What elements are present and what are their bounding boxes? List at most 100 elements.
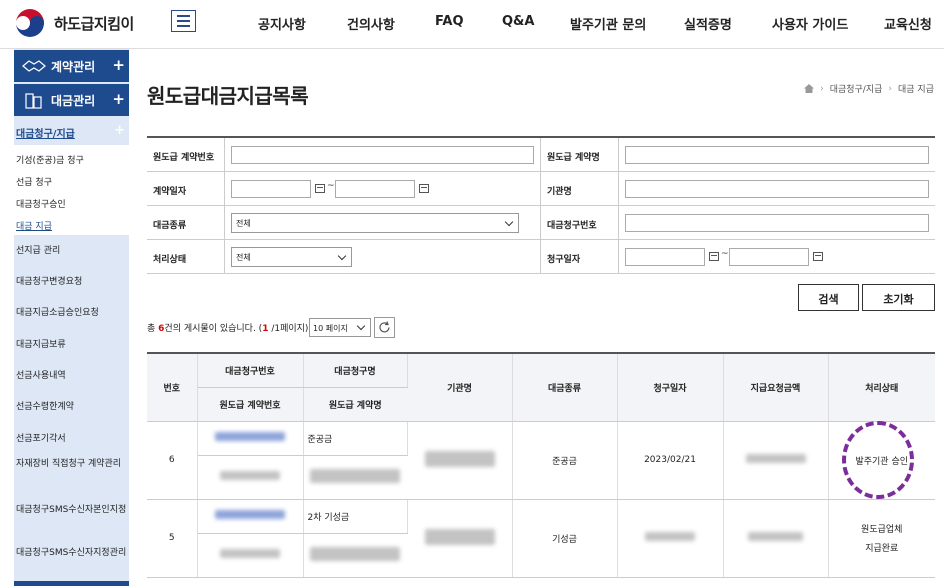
column-header-contract-no: 원도급 계약번호 <box>197 387 304 422</box>
sidebar-submenu-title[interactable]: 대금청구/지급 + <box>14 119 129 145</box>
cell-claim-name[interactable]: 준공금 <box>303 421 408 456</box>
status-select[interactable]: 전체 <box>231 247 352 267</box>
nav-faq[interactable]: FAQ <box>435 14 464 29</box>
submenu-item-advance-claim[interactable]: 선급 청구 <box>16 175 52 188</box>
breadcrumb-item[interactable]: 대금청구/지급 <box>830 82 883 95</box>
nav-qna[interactable]: Q&A <box>502 14 534 29</box>
contract-no-input[interactable] <box>231 146 534 164</box>
payment-table: 번호 대금청구번호 대금청구명 기관명 대금종류 청구일자 지급요청금액 처리상… <box>147 352 935 578</box>
contract-name-input[interactable] <box>625 146 929 164</box>
nav-performance-cert[interactable]: 실적증명 <box>684 14 732 33</box>
cell-claim-date: 2023/02/21 <box>617 421 724 500</box>
submenu-item-payment[interactable]: 대금 지급 <box>16 219 52 232</box>
cell-no: 5 <box>147 499 198 578</box>
contract-date-from-input[interactable] <box>231 180 311 198</box>
form-label: 대금청구번호 <box>541 206 619 239</box>
agency-input[interactable] <box>625 180 929 198</box>
reset-button[interactable]: 초기화 <box>862 284 935 311</box>
cell-contract-no <box>197 455 304 500</box>
calendar-icon[interactable] <box>315 184 325 193</box>
cell-claim-name[interactable]: 2차 기성금 <box>303 499 408 534</box>
form-label: 기관명 <box>541 172 619 205</box>
cell-claim-date <box>617 499 724 578</box>
expand-icon[interactable]: + <box>112 56 125 74</box>
result-count: 총 6건의 게시물이 있습니다. (1 /1페이지) <box>147 324 309 334</box>
column-header-payment-type: 대금종류 <box>512 353 618 422</box>
cell-amount <box>723 421 829 500</box>
sidebar-item[interactable]: 자재장비 직접청구 계약관리 <box>16 458 128 471</box>
annotation-highlight-circle <box>842 421 914 499</box>
handshake-icon <box>22 60 46 72</box>
form-label: 처리상태 <box>147 240 225 273</box>
sidebar-section-payment[interactable]: 대금관리 + <box>14 84 129 116</box>
refresh-icon <box>379 321 390 333</box>
sidebar: 계약관리 + 대금관리 + 대금청구/지급 + 기성(준공)금 청구 선급 청구 … <box>14 49 129 586</box>
table-row[interactable]: 5 2차 기성금 기성금 원도급업체 지급완료 <box>147 499 935 578</box>
calendar-icon[interactable] <box>813 252 823 261</box>
breadcrumb-item[interactable]: 대금 지급 <box>898 82 934 95</box>
claim-date-from-input[interactable] <box>625 248 705 266</box>
sidebar-item[interactable]: 선금포기각서 <box>16 433 128 446</box>
menu-icon[interactable] <box>171 10 196 32</box>
search-form: 원도급 계약번호 원도급 계약명 계약일자 ~ 기관명 대금종류 전체 대금청구… <box>147 136 935 274</box>
sidebar-item[interactable]: 대금청구SMS수신자본인지정 <box>16 504 128 517</box>
submenu-item-claim-approval[interactable]: 대금청구승인 <box>16 197 66 210</box>
form-label: 원도급 계약명 <box>541 138 619 171</box>
per-page-select[interactable]: 10 페이지 <box>309 318 371 337</box>
cell-amount <box>723 499 829 578</box>
submenu-item-progress-claim[interactable]: 기성(준공)금 청구 <box>16 153 84 166</box>
column-header-contract-name: 원도급 계약명 <box>303 387 407 422</box>
cell-contract-name <box>303 455 407 500</box>
site-title[interactable]: 하도급지킴이 <box>54 13 134 34</box>
nav-notice[interactable]: 공지사항 <box>258 14 306 33</box>
nav-suggestions[interactable]: 건의사항 <box>347 14 395 33</box>
cell-claim-no[interactable] <box>197 421 304 456</box>
column-header-agency: 기관명 <box>407 353 513 422</box>
form-label: 원도급 계약번호 <box>147 138 225 171</box>
cell-payment-type: 준공금 <box>512 421 618 500</box>
date-range-separator: ~ <box>721 249 729 259</box>
sidebar-item[interactable]: 선금사용내역 <box>16 370 128 383</box>
cell-claim-no[interactable] <box>197 499 304 534</box>
sidebar-section-contract[interactable]: 계약관리 + <box>14 50 129 82</box>
sidebar-item[interactable]: 대금청구변경요청 <box>16 276 128 289</box>
nav-user-guide[interactable]: 사용자 가이드 <box>772 14 848 33</box>
column-header-claim-name: 대금청구명 <box>303 353 408 388</box>
building-icon <box>25 93 42 109</box>
cell-contract-name <box>303 533 407 578</box>
form-label: 대금종류 <box>147 206 225 239</box>
column-header-claim-no: 대금청구번호 <box>197 353 304 388</box>
sidebar-item[interactable]: 선금수령한계약 <box>16 401 128 414</box>
sidebar-item[interactable]: 대금지급보류 <box>16 339 128 352</box>
cell-contract-no <box>197 533 304 578</box>
calendar-icon[interactable] <box>419 184 429 193</box>
nav-training[interactable]: 교육신청 <box>884 14 932 33</box>
contract-date-to-input[interactable] <box>335 180 415 198</box>
sidebar-bottom-bar <box>14 581 129 586</box>
expand-icon[interactable]: + <box>112 90 125 108</box>
sidebar-item[interactable]: 대금청구SMS수신자지정관리 <box>16 547 128 560</box>
nav-agency-inquiry[interactable]: 발주기관 문의 <box>570 14 646 33</box>
table-row[interactable]: 6 준공금 준공금 2023/02/21 발주기관 승인 <box>147 421 935 500</box>
sidebar-item[interactable]: 선지급 관리 <box>16 245 128 258</box>
government-logo-icon[interactable] <box>14 7 46 39</box>
sidebar-item[interactable]: 대금지급소급승인요청 <box>16 307 128 320</box>
sidebar-section-label: 계약관리 <box>51 60 96 74</box>
sidebar-submenu: 대금청구/지급 + 기성(준공)금 청구 선급 청구 대금청구승인 대금 지급 <box>14 119 129 235</box>
cell-payment-type: 기성금 <box>512 499 618 578</box>
refresh-button[interactable] <box>374 317 395 338</box>
form-label: 계약일자 <box>147 172 225 205</box>
claim-date-to-input[interactable] <box>729 248 809 266</box>
cell-no: 6 <box>147 421 198 500</box>
cell-agency <box>407 421 513 500</box>
form-label: 청구일자 <box>541 240 619 273</box>
claim-no-input[interactable] <box>625 214 929 232</box>
search-button[interactable]: 검색 <box>798 284 859 311</box>
sidebar-section-label: 대금관리 <box>51 94 96 108</box>
column-header-no: 번호 <box>147 353 198 422</box>
cell-status: 원도급업체 지급완료 <box>828 499 935 578</box>
calendar-icon[interactable] <box>709 252 719 261</box>
home-icon[interactable] <box>804 84 815 93</box>
payment-type-select[interactable]: 전체 <box>231 213 519 233</box>
date-range-separator: ~ <box>327 181 335 191</box>
